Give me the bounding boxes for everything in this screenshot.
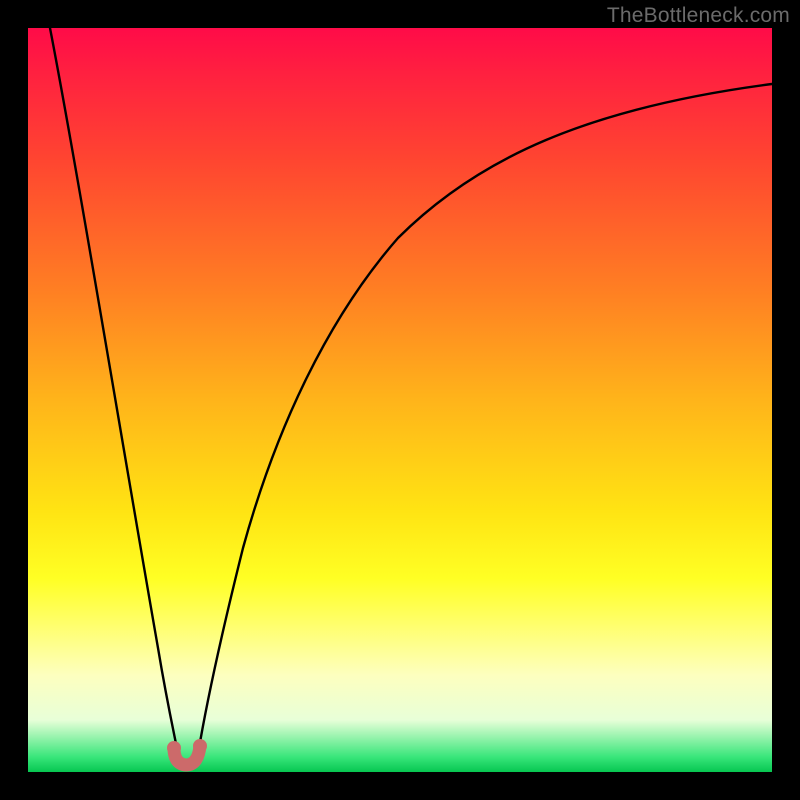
curve-right-branch — [198, 84, 772, 754]
valley-marker-right-dot — [193, 739, 207, 753]
plot-area — [28, 28, 772, 772]
curve-layer — [28, 28, 772, 772]
watermark-text: TheBottleneck.com — [607, 4, 790, 28]
curve-left-branch — [50, 28, 178, 754]
valley-marker-left-dot — [167, 741, 181, 755]
chart-canvas: TheBottleneck.com — [0, 0, 800, 800]
